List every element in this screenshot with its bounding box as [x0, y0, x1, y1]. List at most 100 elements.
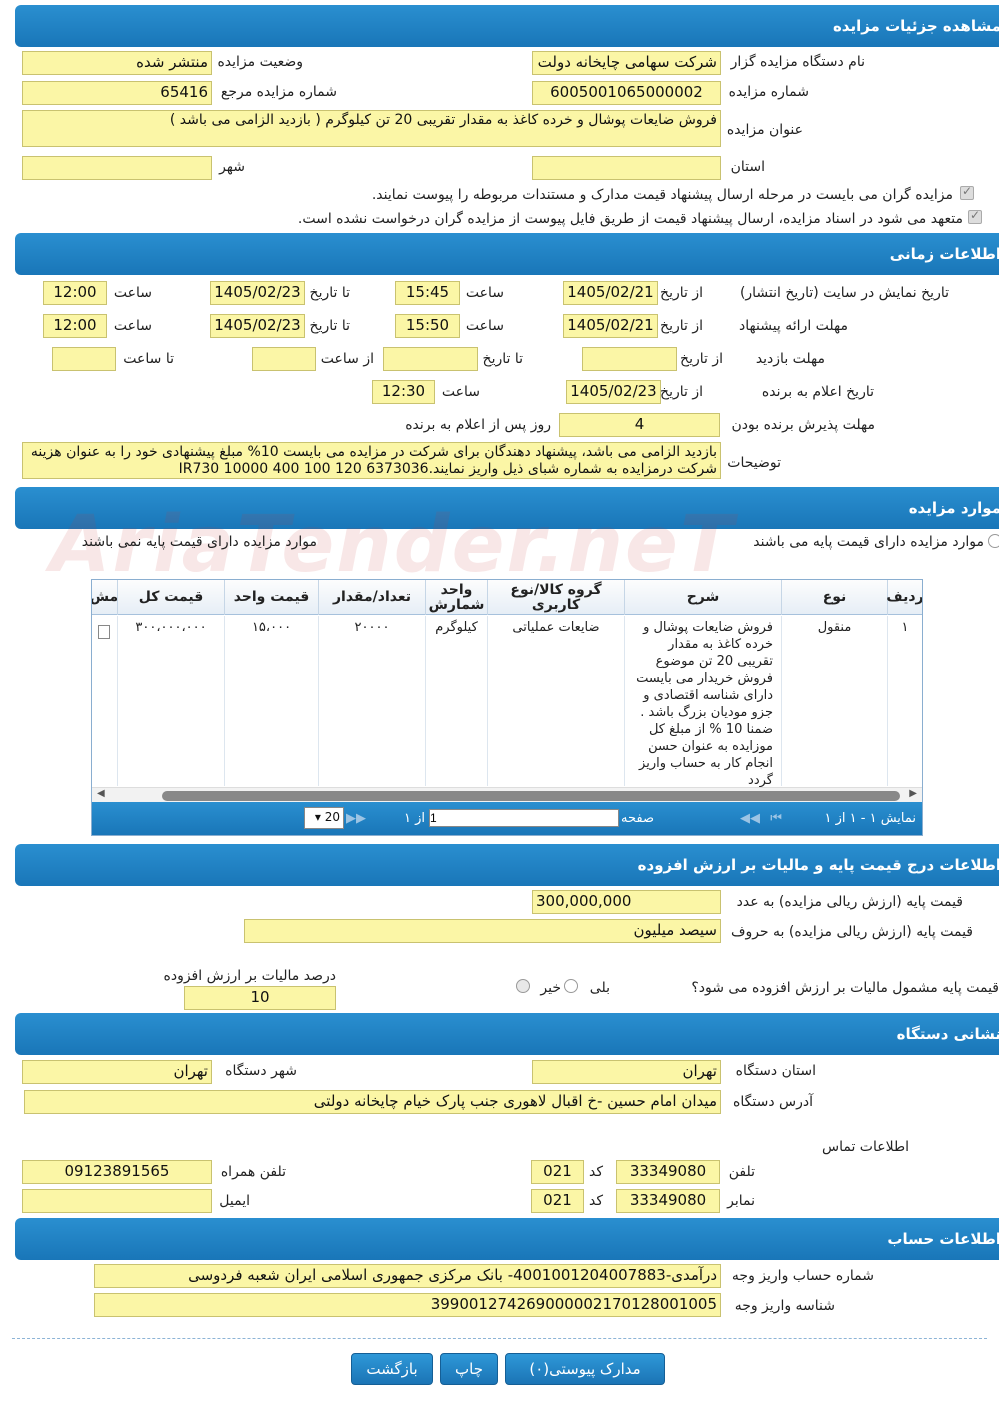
display-from-time-field: 15:45: [395, 281, 460, 305]
announce-label: تاریخ اعلام به برنده: [761, 384, 874, 400]
org-address-label: آدرس دستگاه: [733, 1094, 813, 1110]
scrollbar-thumb[interactable]: [162, 791, 900, 801]
city-label: شهر: [219, 159, 245, 175]
scroll-left-arrow-icon[interactable]: ◀: [97, 788, 105, 799]
pager-next-icon[interactable]: ▶▶: [346, 811, 366, 826]
col-quantity[interactable]: تعداد/مقدار: [318, 580, 425, 615]
scroll-right-arrow-icon[interactable]: ▶: [909, 788, 917, 799]
row-unit: کیلوگرم: [425, 616, 487, 786]
visit-from-hour-field: [252, 347, 316, 371]
col-extra[interactable]: مش: [92, 580, 117, 615]
city-field: [22, 156, 212, 180]
attachments-button[interactable]: مدارک پیوستی(۰): [505, 1353, 665, 1385]
account-number-field: درآمدی-4001001204007883- بانک مرکزی جمهو…: [94, 1264, 721, 1288]
account-number-label: شماره حساب واریز وجه: [731, 1268, 874, 1284]
radio-has-base-price[interactable]: [988, 534, 999, 548]
org-city-label: شهر دستگاه: [225, 1063, 297, 1079]
pager-first-icon[interactable]: ⏮: [770, 811, 782, 826]
pager-size-select[interactable]: 20 ▾: [304, 807, 344, 829]
col-group[interactable]: گروه کالا/نوع کاربری: [487, 580, 624, 615]
section-header-items: موارد مزایده: [15, 487, 999, 529]
offer-from-label: از تاریخ: [660, 318, 703, 334]
horizontal-scrollbar[interactable]: ◀ ▶: [92, 787, 922, 803]
display-from-label: از تاریخ: [660, 285, 703, 301]
payment-id-label: شناسه واریز وجه: [734, 1298, 835, 1314]
base-price-text-label: قیمت پایه (ارزش ریالی مزایده) به حروف: [730, 924, 973, 940]
email-field: [22, 1189, 212, 1213]
section-header-timing: اطلاعات زمانی: [15, 233, 999, 275]
pager-of-text: از ۱: [404, 811, 426, 826]
phone-code-field: 021: [531, 1160, 584, 1184]
contact-info-label: اطلاعات تماس: [822, 1139, 909, 1155]
offer-to-field: 1405/02/23: [210, 314, 305, 338]
offer-from-hour-label: ساعت: [465, 318, 504, 334]
commitment-label: متعهد می شود در اسناد مزایده، ارسال پیشن…: [297, 211, 963, 227]
description-field: بازدید الزامی می باشد، پیشنهاد دهندگان ب…: [22, 442, 721, 479]
pager-page-input[interactable]: [429, 809, 619, 827]
display-to-time-field: 12:00: [43, 281, 107, 305]
ref-label: شماره مزایده مرجع: [220, 84, 337, 100]
pager-prev-icon[interactable]: ◀◀: [740, 811, 760, 826]
status-field: منتشر شده: [22, 51, 212, 75]
offer-to-time-field: 12:00: [43, 314, 107, 338]
number-field: 6005001065000002: [532, 81, 721, 105]
announce-date-field: 1405/02/23: [566, 380, 661, 404]
accept-suffix-label: روز پس از اعلام به برنده: [405, 417, 551, 433]
description-label: توضیحات: [727, 455, 781, 471]
vat-percent-field: 10: [184, 986, 336, 1010]
org-label: نام دستگاه مزایده گزار: [730, 54, 865, 70]
chevron-down-icon: ▾: [314, 810, 321, 824]
display-from-field: 1405/02/21: [563, 281, 658, 305]
divider: [12, 1338, 987, 1339]
province-field: [532, 156, 721, 180]
vat-percent-label: درصد مالیات بر ارزش افزوده: [163, 968, 337, 984]
accept-label: مهلت پذیرش برنده بودن: [731, 417, 876, 433]
org-field: شرکت سهامی چایخانه دولت: [532, 51, 721, 75]
row-description: فروش ضایعات پوشال و خرده کاغذ به مقدار ت…: [624, 616, 781, 788]
attachments-required-checkbox: [960, 184, 974, 200]
vat-no-label: خیر: [540, 980, 561, 996]
number-label: شماره مزایده: [728, 84, 809, 100]
offer-from-time-field: 15:50: [395, 314, 460, 338]
org-province-field: تهران: [532, 1060, 721, 1084]
phone-code-label: کد: [588, 1164, 603, 1180]
col-description[interactable]: شرح: [624, 580, 781, 615]
org-province-label: استان دستگاه: [735, 1063, 816, 1079]
col-unit[interactable]: واحد شمارش: [425, 580, 487, 615]
display-date-label: تاریخ نمایش در سایت (تاریخ انتشار): [739, 285, 949, 301]
offer-to-hour-label: ساعت: [113, 318, 152, 334]
phone-label: تلفن: [728, 1164, 755, 1180]
pager-size-value: 20: [324, 810, 340, 824]
visit-to-hour-label: تا ساعت: [123, 351, 174, 367]
attachments-required-label: مزایده گران می بایست در مرحله ارسال پیشن…: [371, 187, 953, 203]
org-city-field: تهران: [22, 1060, 212, 1084]
col-index[interactable]: ردیف: [886, 580, 922, 615]
display-from-hour-label: ساعت: [465, 285, 504, 301]
col-total-price[interactable]: قیمت کل: [117, 580, 224, 615]
col-type[interactable]: نوع: [781, 580, 887, 615]
section-header-details: مشاهده جزئیات مزایده: [15, 5, 999, 47]
visit-from-field: [582, 347, 677, 371]
pager-display-text: نمایش ۱ - ۱ از ۱: [824, 811, 917, 826]
vat-yes-label: بلی: [589, 980, 610, 996]
commitment-checkbox: [968, 208, 982, 224]
fax-field: 33349080: [616, 1189, 720, 1213]
fax-label: نمابر: [727, 1193, 755, 1209]
radio-has-base-price-label: موارد مزایده دارای قیمت پایه می باشند: [753, 534, 984, 550]
visit-from-hour-label: از ساعت: [320, 351, 374, 367]
row-action-icon[interactable]: [98, 625, 110, 639]
vat-no-radio[interactable]: [516, 979, 530, 993]
announce-hour-label: ساعت: [441, 384, 480, 400]
display-to-hour-label: ساعت: [113, 285, 152, 301]
print-button[interactable]: چاپ: [440, 1353, 498, 1385]
offer-deadline-label: مهلت ارائه پیشنهاد: [739, 318, 848, 334]
offer-from-field: 1405/02/21: [563, 314, 658, 338]
col-unit-price[interactable]: قیمت واحد: [224, 580, 318, 615]
phone-field: 33349080: [616, 1160, 720, 1184]
back-button[interactable]: بازگشت: [351, 1353, 433, 1385]
base-price-num-field: 300,000,000: [532, 890, 721, 914]
grid-pager: نمایش ۱ - ۱ از ۱ ⏮ ◀◀ صفحه از ۱ ▶▶ ⏭ 20 …: [92, 802, 922, 835]
base-price-num-label: قیمت پایه (ارزش ریالی مزایده) به عدد: [736, 894, 963, 910]
vat-yes-radio[interactable]: [564, 979, 578, 993]
visit-deadline-label: مهلت بازدید: [755, 351, 825, 367]
